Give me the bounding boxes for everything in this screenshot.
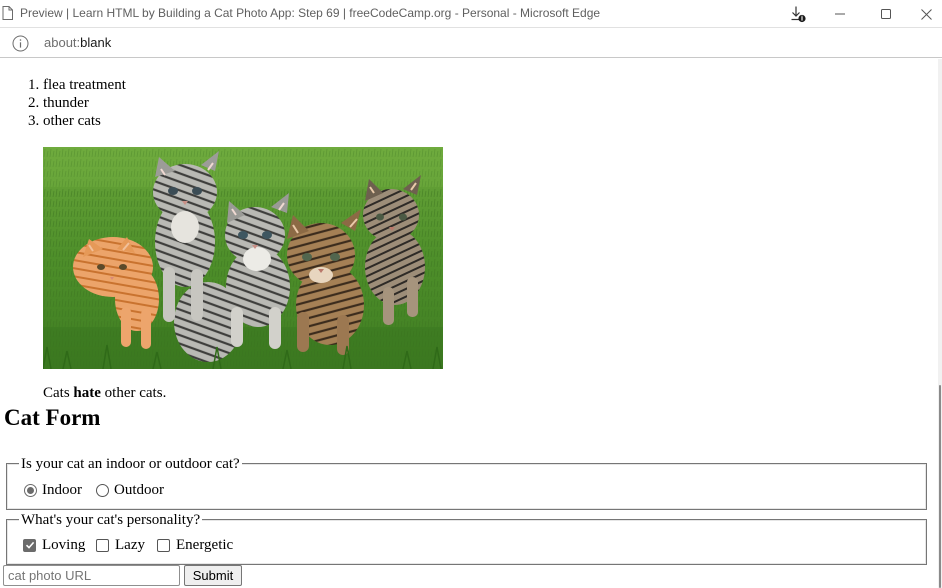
indoor-radio[interactable]	[24, 483, 37, 497]
info-icon[interactable]	[12, 35, 29, 52]
checkmark-icon	[25, 541, 34, 549]
url-host: blank	[80, 35, 112, 50]
cat-form: Is your cat an indoor or outdoor cat? In…	[0, 59, 942, 588]
minimize-icon	[835, 13, 845, 15]
outdoor-radio[interactable]	[96, 483, 109, 497]
outdoor-label: Outdoor	[114, 482, 164, 498]
cat-photo-url-input[interactable]	[3, 565, 180, 586]
title-bar: Preview | Learn HTML by Building a Cat P…	[0, 0, 942, 28]
scrollbar-thumb[interactable]	[939, 385, 941, 588]
indoor-outdoor-legend: Is your cat an indoor or outdoor cat?	[19, 455, 242, 473]
close-icon	[920, 8, 932, 20]
outdoor-option[interactable]: Outdoor	[96, 481, 164, 499]
submit-button[interactable]: Submit	[184, 565, 242, 586]
address-bar: about:blank	[0, 29, 942, 58]
loving-label: Loving	[42, 537, 86, 553]
personality-legend: What's your cat's personality?	[19, 511, 203, 529]
maximize-icon	[881, 9, 891, 19]
loving-option[interactable]: Loving	[23, 536, 85, 554]
url-scheme: about:	[44, 35, 81, 50]
lazy-option[interactable]: Lazy	[96, 536, 145, 554]
window-title: Preview | Learn HTML by Building a Cat P…	[20, 6, 601, 20]
close-button[interactable]	[910, 0, 942, 28]
energetic-checkbox[interactable]	[157, 538, 170, 552]
indoor-label: Indoor	[42, 482, 82, 498]
indoor-outdoor-fieldset: Is your cat an indoor or outdoor cat? In…	[6, 455, 927, 510]
downloads-button[interactable]	[776, 0, 820, 28]
loving-checkbox[interactable]	[23, 538, 36, 552]
minimize-button[interactable]	[818, 0, 862, 28]
address-url[interactable]: about:blank	[44, 35, 111, 50]
page-icon	[2, 6, 13, 20]
page-viewport: flea treatment thunder other cats	[0, 59, 942, 588]
lazy-checkbox[interactable]	[96, 538, 109, 552]
vertical-scrollbar[interactable]	[938, 59, 942, 588]
personality-fieldset: What's your cat's personality? Loving La…	[6, 511, 927, 565]
indoor-option[interactable]: Indoor	[24, 481, 82, 499]
download-icon	[791, 6, 806, 23]
energetic-option[interactable]: Energetic	[157, 536, 233, 554]
maximize-button[interactable]	[864, 0, 908, 28]
lazy-label: Lazy	[115, 537, 145, 553]
energetic-label: Energetic	[176, 537, 234, 553]
